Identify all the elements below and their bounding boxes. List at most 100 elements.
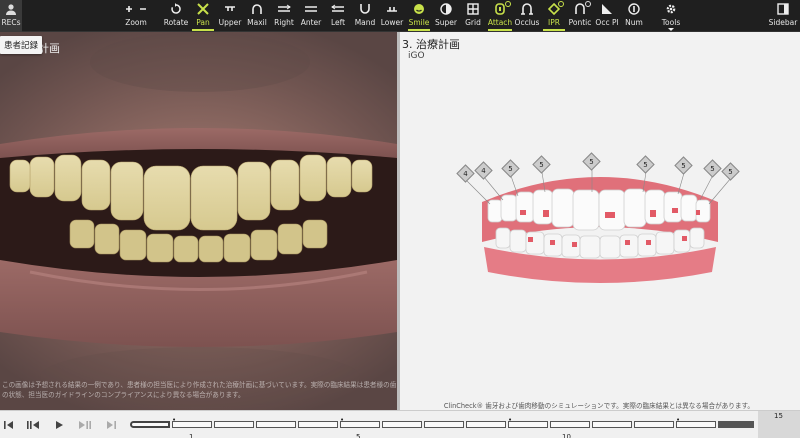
attach-label: Attach <box>487 18 513 27</box>
smile-button[interactable]: Smile <box>408 0 430 32</box>
smile-photo-panel: 計画 この画像は予想される結果の一例であり、患者様の担当医により作成された治療計… <box>0 32 397 410</box>
clincheck-app: RECs Zoom Rotate Pan Upper Maxil Right A… <box>0 0 800 438</box>
next-stage-button[interactable] <box>78 419 92 431</box>
step-forward-icon <box>79 421 91 429</box>
pontic-label: Pontic <box>568 18 592 27</box>
lower-label: Lower <box>380 18 404 27</box>
anterior-view-label: Anter <box>300 18 322 27</box>
stage-segment[interactable] <box>676 421 716 428</box>
stage-marker-icon: • <box>676 416 681 424</box>
play-button[interactable] <box>52 419 66 431</box>
grid-icon <box>467 0 479 18</box>
mand-button[interactable]: Mand <box>354 0 376 32</box>
pan-label: Pan <box>196 18 210 27</box>
sidebar-button[interactable]: Sidebar <box>768 0 798 32</box>
num-button[interactable]: Num <box>624 0 644 32</box>
zoom-button[interactable]: Zoom <box>122 0 150 32</box>
rotate-icon <box>170 0 182 18</box>
maxillary-arch-icon <box>251 0 263 18</box>
stage-segment[interactable] <box>298 421 338 428</box>
stage-label: 1 <box>189 433 194 438</box>
stage-segment[interactable] <box>424 421 464 428</box>
zoom-label: Zoom <box>125 18 147 27</box>
smile-photo <box>0 32 397 407</box>
upper-arch-icon <box>224 0 236 18</box>
last-stage-button[interactable] <box>104 419 118 431</box>
right-view-label: Right <box>274 18 294 27</box>
stage-segment[interactable] <box>130 421 170 428</box>
stage-segment[interactable] <box>256 421 296 428</box>
left-view-icon <box>331 0 345 18</box>
pan-button[interactable]: Pan <box>192 0 214 32</box>
stage-label: 5 <box>356 433 361 438</box>
ipr-tag-label: 5 <box>643 161 648 169</box>
occ-plane-label: Occ Pl <box>595 18 619 27</box>
chevron-down-icon <box>668 28 674 31</box>
zoom-plus-minus-icon <box>123 0 149 18</box>
occlusal-plane-icon <box>601 0 613 18</box>
first-stage-button[interactable] <box>2 419 16 431</box>
ipr-label: IPR <box>548 18 560 27</box>
stage-segment[interactable] <box>508 421 548 428</box>
stage-segment[interactable] <box>382 421 422 428</box>
sidebar-label: Sidebar <box>768 18 798 27</box>
main-toolbar: RECs Zoom Rotate Pan Upper Maxil Right A… <box>0 0 800 32</box>
ipr-tag-label: 5 <box>539 161 544 169</box>
attach-badge-icon <box>505 1 511 7</box>
ipr-tag-label: 5 <box>508 165 513 173</box>
left-view-label: Left <box>330 18 346 27</box>
ipr-tag-label: 4 <box>463 170 468 178</box>
mandibular-arch-icon <box>359 0 371 18</box>
recs-label: RECs <box>1 18 21 27</box>
ipr-button[interactable]: IPR <box>543 0 565 32</box>
ipr-tag-label: 5 <box>681 162 686 170</box>
upper-button[interactable]: Upper <box>219 0 241 32</box>
occlus-label: Occlus <box>514 18 540 27</box>
skip-first-icon <box>4 421 13 429</box>
lower-arch-icon <box>386 0 398 18</box>
lower-button[interactable]: Lower <box>381 0 403 32</box>
maxil-button[interactable]: Maxil <box>246 0 268 32</box>
person-icon <box>5 0 17 18</box>
anterior-view-icon <box>304 0 318 18</box>
stage-segment[interactable] <box>214 421 254 428</box>
rotate-button[interactable]: Rotate <box>164 0 188 32</box>
step-back-icon <box>27 421 39 429</box>
occlus-button[interactable]: Occlus <box>515 0 539 32</box>
ipr-tag-label: 5 <box>710 165 715 173</box>
stage-segment[interactable] <box>718 421 754 428</box>
stage-segment[interactable] <box>172 421 212 428</box>
grid-button[interactable]: Grid <box>462 0 484 32</box>
ipr-tag-label: 5 <box>589 158 594 166</box>
treatment-3d-viewer[interactable]: 3. 治療計画 iGO 4 4 5 5 5 5 5 5 5 ClinCheck®… <box>400 32 800 410</box>
attach-button[interactable]: Attach <box>488 0 512 32</box>
stage-segment[interactable] <box>466 421 506 428</box>
right-view-icon <box>277 0 291 18</box>
stage-segment[interactable] <box>592 421 632 428</box>
stage-segment[interactable] <box>634 421 674 428</box>
stage-marker-icon: • <box>340 416 345 424</box>
left-view-button[interactable]: Left <box>327 0 349 32</box>
stage-segment[interactable] <box>550 421 590 428</box>
final-stage-label: 15 <box>774 412 783 420</box>
tools-label: Tools <box>661 18 681 27</box>
occ-plane-button[interactable]: Occ Pl <box>595 0 619 32</box>
attachment-icon <box>495 0 505 18</box>
right-view-button[interactable]: Right <box>273 0 295 32</box>
recs-tooltip: 患者記録 <box>0 36 43 54</box>
dental-model-3d[interactable] <box>400 32 800 410</box>
anterior-view-button[interactable]: Anter <box>300 0 322 32</box>
photo-disclaimer: この画像は予想される結果の一例であり、患者様の担当医により作成された治療計画に基… <box>2 381 397 399</box>
numbering-icon <box>628 0 640 18</box>
stage-segment[interactable] <box>340 421 380 428</box>
final-stage-indicator[interactable]: 15 <box>758 411 800 438</box>
pontic-button[interactable]: Pontic <box>568 0 592 32</box>
previous-stage-button[interactable] <box>26 419 40 431</box>
play-icon <box>56 421 63 429</box>
recs-button[interactable]: RECs <box>0 0 22 32</box>
smile-icon <box>413 0 425 18</box>
super-button[interactable]: Super <box>435 0 457 32</box>
num-label: Num <box>625 18 643 27</box>
tools-button[interactable]: Tools <box>660 0 682 32</box>
stage-track[interactable]: • • • • 1 5 10 15 <box>130 411 800 438</box>
